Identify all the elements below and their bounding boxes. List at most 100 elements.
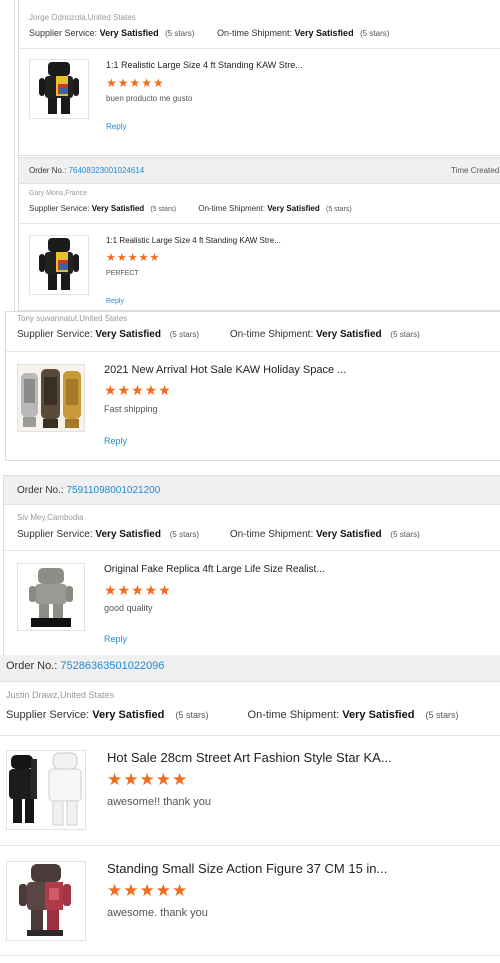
reply-link[interactable]: Reply [106,298,124,305]
divider [0,735,500,736]
review-card-2: Order No.: 76408323001024614 Time Create… [18,157,500,311]
divider [0,845,500,846]
supplier-service-rating: Very Satisfied [99,28,159,38]
divider [4,550,500,551]
order-header: Order No.: 75286363501022096 [0,655,500,682]
supplier-service-label: Supplier Service: [29,204,90,213]
reply-link[interactable]: Reply [104,436,127,446]
order-number: Order No.: 75286363501022096 [6,660,164,672]
product-thumbnail[interactable] [17,364,85,432]
divider [6,351,500,352]
shipment-stars-count: (5 stars) [390,530,420,539]
buyer-name: Gary Mons,France [29,190,87,197]
supplier-service-rating: Very Satisfied [92,709,165,721]
rating-line: Supplier Service: Very Satisfied (5 star… [29,28,389,38]
buyer-name: Jorge Odriozola,United States [29,13,136,22]
shipment-stars-count: (5 stars) [326,206,352,213]
reply-link[interactable]: Reply [104,634,127,644]
rating-line: Supplier Service: Very Satisfied (5 star… [17,329,420,340]
supplier-stars-count: (5 stars) [169,330,200,339]
product-title[interactable]: Hot Sale 28cm Street Art Fashion Style S… [107,750,392,765]
product-thumbnail[interactable] [6,750,86,830]
divider [19,48,500,49]
order-no-label: Order No.: [17,485,64,496]
supplier-service-rating: Very Satisfied [95,529,161,540]
review-card-4: Order No.: 75911098001021200 Siv Mey,Cam… [3,475,500,660]
product-thumbnail[interactable] [6,861,86,941]
supplier-service-label: Supplier Service: [17,529,93,540]
rating-line: Supplier Service: Very Satisfied (5 star… [6,709,459,721]
review-comment: PERFECT [106,270,139,277]
review-card-3: Tony suwannatut,United States Supplier S… [5,311,500,461]
order-no-label: Order No.: [29,166,67,175]
shipment-stars-count: (5 stars) [425,710,459,720]
shipment-stars-count: (5 stars) [390,330,420,339]
order-number: Order No.: 75911098001021200 [17,485,160,496]
supplier-service-label: Supplier Service: [29,28,98,38]
supplier-stars-count: (5 stars) [165,29,195,38]
kaws-space-figures-image [18,365,84,431]
shipment-stars-count: (5 stars) [360,29,390,38]
time-created-label: Time Created [451,166,500,175]
buyer-name: Justin Drawz,United States [6,690,115,700]
left-edge-line [14,0,15,312]
star-rating: ★★★★★ [104,582,172,598]
star-rating: ★★★★★ [107,770,189,789]
star-rating: ★★★★★ [107,881,189,900]
reply-link[interactable]: Reply [106,122,126,131]
product-title[interactable]: Standing Small Size Action Figure 37 CM … [107,861,387,876]
ontime-shipment-rating: Very Satisfied [316,529,382,540]
supplier-service-rating: Very Satisfied [95,329,161,340]
divider [19,223,500,224]
review-comment: good quality [104,603,153,613]
divider [0,955,500,956]
buyer-name: Siv Mey,Cambodia [17,513,84,522]
rating-line: Supplier Service: Very Satisfied (5 star… [17,529,420,540]
ontime-shipment-label: On-time Shipment: [229,529,314,540]
ontime-shipment-label: On-time Shipment: [229,329,314,340]
order-no-label: Order No.: [6,660,58,672]
order-header: Order No.: 75911098001021200 [4,476,500,505]
product-thumbnail[interactable] [29,235,89,295]
ontime-shipment-label: On-time Shipment: [247,709,340,721]
ontime-shipment-label: On-time Shipment: [198,204,266,213]
product-title[interactable]: 1:1 Realistic Large Size 4 ft Standing K… [106,236,281,245]
product-thumbnail[interactable] [17,563,85,631]
review-comment: Fast shipping [104,404,158,414]
star-rating: ★★★★★ [106,76,165,90]
supplier-stars-count: (5 stars) [150,206,177,213]
kaws-grey-figure-image [29,568,73,627]
supplier-service-label: Supplier Service: [17,329,93,340]
ontime-shipment-rating: Very Satisfied [316,329,382,340]
order-number: Order No.: 76408323001024614 [29,166,144,175]
ontime-shipment-rating: Very Satisfied [267,204,320,213]
order-header: Order No.: 76408323001024614 Time Create… [19,158,500,184]
supplier-service-rating: Very Satisfied [91,204,145,213]
supplier-service-label: Supplier Service: [6,709,90,721]
order-number-link[interactable]: 75911098001021200 [66,485,160,496]
review-card-5: Order No.: 75286363501022096 Justin Draw… [0,655,500,963]
kaws-black-white-figures-image [9,752,82,826]
product-thumbnail[interactable] [29,59,89,119]
product-title[interactable]: 1:1 Realistic Large Size 4 ft Standing K… [106,60,303,70]
ontime-shipment-rating: Very Satisfied [342,709,415,721]
product-title[interactable]: 2021 New Arrival Hot Sale KAW Holiday Sp… [104,364,346,376]
review-comment: awesome!! thank you [107,796,211,808]
star-rating: ★★★★★ [104,382,172,398]
kaws-figure-image [39,238,79,290]
ontime-shipment-rating: Very Satisfied [294,28,354,38]
review-comment: buen producto me gusto [106,94,193,103]
product-title[interactable]: Original Fake Replica 4ft Large Life Siz… [104,564,325,575]
review-comment: awesome. thank you [107,907,208,919]
order-number-link[interactable]: 75286363501022096 [60,660,164,672]
kaws-dissected-figure-image [19,864,71,936]
star-rating: ★★★★★ [106,252,161,264]
order-number-link[interactable]: 76408323001024614 [69,166,145,175]
supplier-stars-count: (5 stars) [175,710,209,720]
rating-line: Supplier Service: Very Satisfied (5 star… [29,204,352,213]
review-card-1: Jorge Odriozola,United States Supplier S… [18,0,500,156]
buyer-name: Tony suwannatut,United States [17,314,128,323]
kaws-figure-image [39,62,79,114]
supplier-stars-count: (5 stars) [169,530,200,539]
ontime-shipment-label: On-time Shipment: [216,28,293,38]
